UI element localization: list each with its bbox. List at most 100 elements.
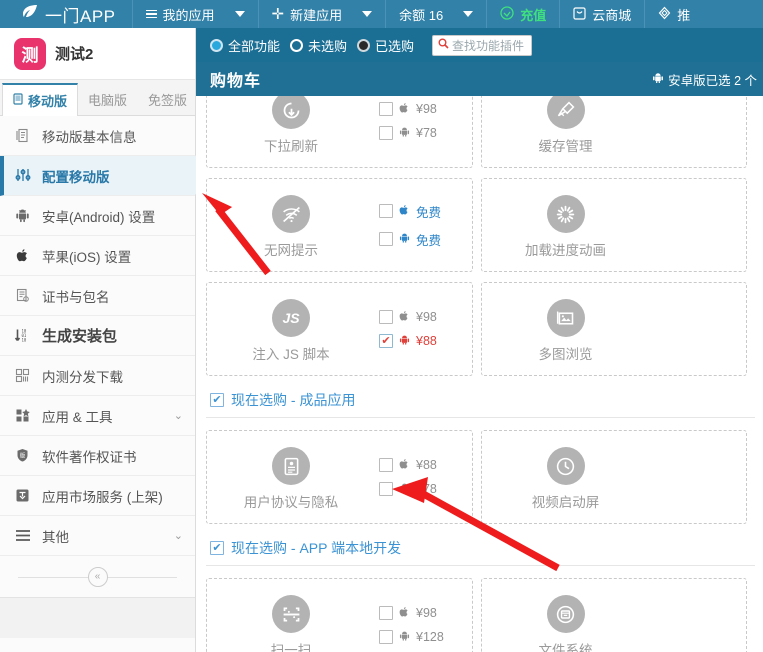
price-option-row[interactable]: ✔ ¥88 (379, 334, 437, 349)
feature-card[interactable]: JS 注入 JS 脚本 ✔ ¥98 ✔ ¥88 (206, 282, 481, 386)
collapse-sidebar-button[interactable]: « (87, 566, 108, 587)
sidebar-item-configure-mobile[interactable]: 配置移动版 (0, 155, 210, 196)
sidebar-item-label: 软件著作权证书 (42, 449, 137, 465)
feature-card[interactable]: 缓存管理 (480, 96, 756, 178)
nav-item-cloud-store[interactable]: 云商城 (560, 0, 646, 28)
purchase-checkbox[interactable]: ✔ (379, 310, 393, 324)
sidebar-item-android-settings[interactable]: 安卓(Android) 设置 (0, 196, 195, 236)
sidebar-item-copyright-cert[interactable]: 版 软件著作权证书 (0, 436, 195, 476)
purchase-checkbox[interactable]: ✔ (379, 482, 393, 496)
brand-text: 一门APP (45, 6, 116, 26)
gallery-icon (546, 299, 585, 337)
purchase-checkbox[interactable]: ✔ (379, 204, 393, 218)
scan-icon (272, 595, 310, 633)
section-header-label: 现在选购 - 成品应用 (231, 392, 356, 408)
price-option-row[interactable]: ✔ ¥88 (379, 458, 437, 473)
nav-item-promote[interactable]: 推 (645, 0, 703, 28)
feature-card[interactable]: 多图浏览 (480, 282, 756, 386)
purchase-checkbox[interactable]: ✔ (379, 606, 393, 620)
price-option-row[interactable]: ✔ 免费 (379, 230, 441, 249)
feature-name: 注入 JS 脚本 (252, 347, 330, 362)
sidebar-item-other[interactable]: 其他 ⌄ (0, 516, 195, 556)
brand-logo[interactable]: 一门APP (0, 0, 133, 28)
price-option-row[interactable]: ✔ ¥78 (379, 126, 437, 141)
sidebar-item-build-package[interactable]: 10 01 10 生成安装包 (0, 316, 195, 356)
feature-card[interactable]: 用户协议与隐私 ✔ ¥88 ✔ ¥78 (206, 430, 481, 534)
sidebar-footer (0, 598, 195, 638)
nav-item-new-app[interactable]: ✛ 新建应用 (259, 0, 387, 28)
tab-nosign[interactable]: 免签版 (138, 82, 198, 115)
apple-icon (399, 310, 410, 325)
android-icon (399, 334, 410, 349)
sidebar-item-cert-package[interactable]: 证书与包名 (0, 276, 195, 316)
radio-purchased[interactable]: 已选购 (357, 36, 414, 55)
android-icon (399, 630, 410, 645)
purchase-checkbox[interactable]: ✔ (379, 102, 393, 116)
feature-card[interactable]: 视频启动屏 (480, 430, 756, 534)
sidebar-item-label: 内测分发下载 (42, 369, 123, 385)
tab-mobile[interactable]: 移动版 (2, 83, 79, 116)
sidebar-menu: 移动版基本信息 配置移动版 安卓(Android) 设置 苹果(iOS) 设置 (0, 116, 210, 638)
nav-item-balance[interactable]: 余额 16 (386, 0, 488, 28)
checkbox-icon[interactable]: ✔ (210, 393, 224, 407)
chevron-down-icon: ⌄ (173, 410, 183, 422)
leaf-icon (22, 4, 39, 24)
android-icon (399, 482, 410, 497)
search-plugin-box[interactable]: 查找功能插件 (432, 34, 533, 56)
feature-card[interactable]: 下拉刷新 ✔ ¥98 ✔ ¥78 (206, 96, 481, 178)
sidebar-item-beta-distribution[interactable]: 内测分发下载 (0, 356, 195, 396)
nav-item-my-apps[interactable]: 我的应用 (133, 0, 259, 28)
feature-card[interactable]: 文件系统 (480, 578, 756, 652)
sidebar-item-ios-settings[interactable]: 苹果(iOS) 设置 (0, 236, 195, 276)
section-header[interactable]: ✔ 现在选购 - APP 端本地开发 (206, 534, 755, 566)
apple-icon (399, 102, 410, 117)
purchase-checkbox[interactable]: ✔ (379, 458, 393, 472)
feature-name: 无网提示 (264, 243, 318, 258)
price-option-row[interactable]: ✔ ¥98 (379, 310, 437, 325)
cert-icon (14, 288, 31, 303)
feature-name: 用户协议与隐私 (243, 495, 339, 510)
price-option-row[interactable]: ✔ ¥98 (379, 102, 437, 117)
tab-desktop[interactable]: 电脑版 (78, 82, 138, 115)
app-header[interactable]: 测 测试2 (0, 28, 195, 80)
price-option-row[interactable]: ✔ ¥128 (379, 630, 444, 645)
sidebar-item-basic-info[interactable]: 移动版基本信息 (0, 116, 195, 156)
feature-card[interactable]: 无网提示 ✔ 免费 ✔ 免费 (206, 178, 481, 282)
sidebar-item-market-service[interactable]: 应用市场服务 (上架) (0, 476, 195, 516)
price-option-row[interactable]: ✔ ¥98 (379, 606, 444, 621)
feature-name: 缓存管理 (538, 139, 593, 154)
price-label: ¥98 (416, 310, 437, 324)
sidebar-item-label: 其他 (42, 529, 69, 545)
feature-card[interactable]: 扫一扫 ✔ ¥98 ✔ ¥128 (206, 578, 481, 652)
nav-item-recharge[interactable]: 充值 (487, 0, 561, 28)
radio-not-purchased[interactable]: 未选购 (290, 36, 347, 55)
sidebar-item-label: 移动版基本信息 (42, 129, 137, 145)
price-label: ¥78 (416, 126, 437, 140)
feature-card[interactable]: 加载进度动画 (480, 178, 756, 282)
android-icon (399, 232, 410, 247)
price-options: ✔ ¥88 ✔ ¥78 (375, 458, 437, 497)
price-option-row[interactable]: ✔ 免费 (379, 202, 441, 221)
promote-icon (658, 6, 671, 23)
purchase-checkbox[interactable]: ✔ (379, 334, 393, 348)
purchase-checkbox[interactable]: ✔ (379, 630, 393, 644)
feature-name: 扫一扫 (270, 643, 312, 652)
feature-name: 加载进度动画 (525, 243, 606, 258)
sidebar-item-label: 应用 & 工具 (42, 409, 113, 425)
filter-bar: 全部功能 未选购 已选购 查找功能插件 (196, 28, 763, 62)
refresh-icon (272, 96, 310, 129)
section-header[interactable]: ✔ 现在选购 - 成品应用 (206, 386, 755, 418)
purchase-checkbox[interactable]: ✔ (379, 126, 393, 140)
feature-scroll-area[interactable]: 下拉刷新 ✔ ¥98 ✔ ¥78 缓存管理无网提示 ✔ 免费 ✔ 免费加载进度动画 JS 注入 JS … (196, 96, 763, 652)
sidebar-item-apps-tools[interactable]: 应用 & 工具 ⌄ (0, 396, 195, 436)
purchase-checkbox[interactable]: ✔ (379, 232, 393, 246)
price-option-row[interactable]: ✔ ¥78 (379, 482, 437, 497)
price-label: ¥98 (416, 606, 437, 620)
sidebar: 测 测试2 移动版 电脑版 免签版 移动版基本信息 配置移动版 安卓(Andro… (0, 28, 210, 652)
section-header-label: 现在选购 - APP 端本地开发 (231, 540, 402, 556)
checkbox-icon[interactable]: ✔ (210, 541, 224, 555)
nav-label: 充值 (520, 7, 547, 23)
nav-label: 新建应用 (290, 7, 343, 23)
android-icon (652, 72, 664, 87)
radio-all-features[interactable]: 全部功能 (210, 36, 280, 55)
